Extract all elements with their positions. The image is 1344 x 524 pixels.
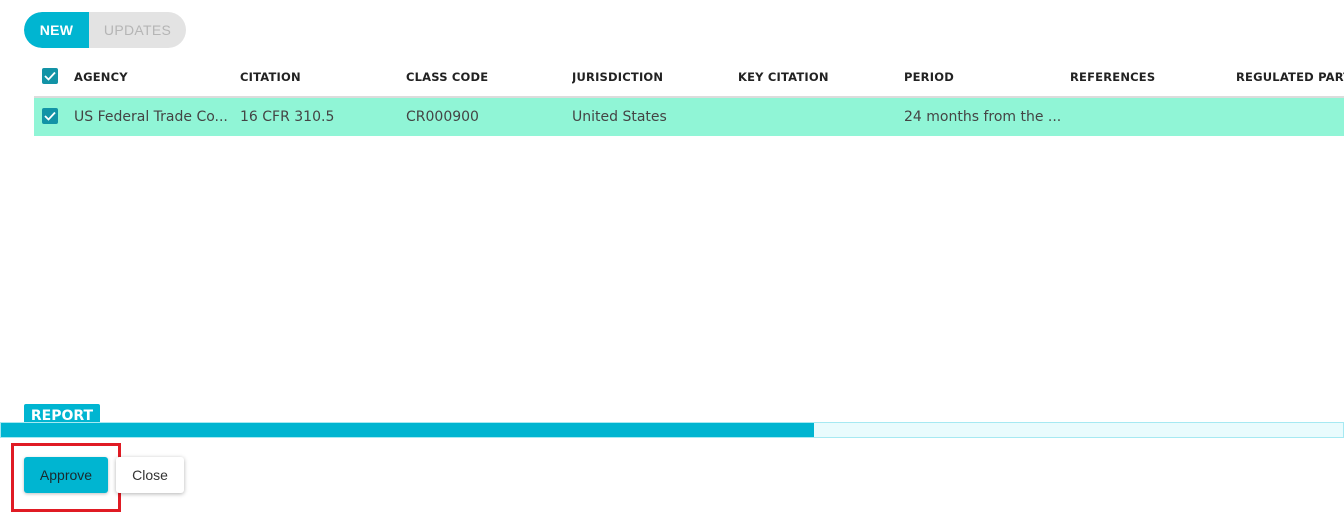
approve-button[interactable]: Approve [24, 457, 108, 493]
cell-period: 24 months from the ... [904, 109, 1062, 125]
cell-jurisdiction: United States [572, 109, 667, 125]
cell-key-citation [738, 98, 898, 136]
report-progress-fill [1, 423, 815, 437]
cell-class-code: CR000900 [406, 109, 479, 125]
column-header-period[interactable]: PERIOD [904, 58, 1064, 96]
close-button[interactable]: Close [116, 457, 184, 493]
column-header-class-code[interactable]: CLASS CODE [406, 58, 566, 96]
column-header-jurisdiction[interactable]: JURISDICTION [572, 58, 732, 96]
tab-new[interactable]: NEW [24, 12, 89, 48]
column-header-key-citation[interactable]: KEY CITATION [738, 58, 898, 96]
table-row[interactable]: US Federal Trade Co... 16 CFR 310.5 CR00… [34, 98, 1344, 136]
approval-panel: NEW UPDATES AGENCY CITATION CLASS CODE J… [0, 0, 1344, 524]
column-header-regulated-party[interactable]: REGULATED PARTY [1236, 58, 1344, 96]
table-header: AGENCY CITATION CLASS CODE JURISDICTION … [34, 58, 1344, 98]
column-header-references[interactable]: REFERENCES [1070, 58, 1230, 96]
select-all-checkbox[interactable] [42, 68, 58, 84]
check-icon [44, 111, 56, 121]
cell-references [1070, 98, 1230, 136]
check-icon [44, 71, 56, 81]
cell-agency: US Federal Trade Co... [74, 109, 228, 125]
column-header-citation[interactable]: CITATION [240, 58, 400, 96]
cell-regulated-party [1236, 98, 1344, 136]
row-checkbox[interactable] [42, 108, 58, 124]
tab-updates[interactable]: UPDATES [89, 12, 186, 48]
column-header-agency[interactable]: AGENCY [74, 58, 234, 96]
cell-citation: 16 CFR 310.5 [240, 109, 335, 125]
new-updates-toggle: NEW UPDATES [24, 12, 186, 48]
report-progress-bar [0, 422, 1344, 438]
